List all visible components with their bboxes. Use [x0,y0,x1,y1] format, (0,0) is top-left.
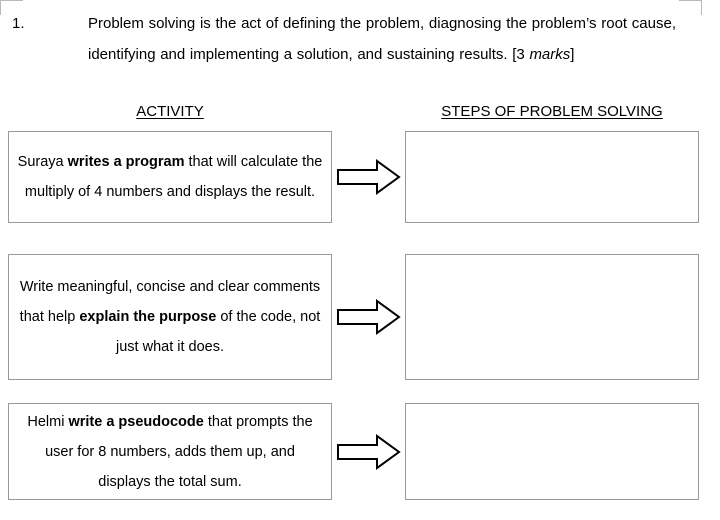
column-header-steps: STEPS OF PROBLEM SOLVING [441,103,663,120]
answer-box-2[interactable] [405,254,699,380]
question-marks-italic: marks [529,46,571,63]
question-number: 1. [12,15,25,32]
activity-text-2: Write meaningful, concise and clear comm… [17,272,323,362]
right-block-arrow-icon-1 [337,159,401,195]
activity-box-3: Helmi write a pseudocode that prompts th… [8,403,332,500]
activity-text-3-bold: write a pseudocode [68,413,204,430]
table-row: Suraya writes a program that will calcul… [0,131,720,223]
activity-text-1-part1: Suraya [17,154,68,170]
column-header-activity: ACTIVITY [136,103,204,120]
activity-text-1-bold: writes a program [67,154,185,170]
table-row: Helmi write a pseudocode that prompts th… [0,403,720,500]
question-text-main: Problem solving is the act of defining t… [88,15,676,63]
answer-box-3[interactable] [405,403,699,500]
right-block-arrow-icon-3 [337,434,401,470]
activity-box-1: Suraya writes a program that will calcul… [8,131,332,223]
table-row: Write meaningful, concise and clear comm… [0,254,720,380]
activity-text-1: Suraya writes a program that will calcul… [17,147,323,207]
right-block-arrow-icon-2 [337,299,401,335]
question-text: Problem solving is the act of defining t… [88,8,676,70]
activity-text-2-bold: explain the purpose [79,309,217,325]
activity-box-2: Write meaningful, concise and clear comm… [8,254,332,380]
page-margin-corner-top-right-icon [679,0,702,15]
activity-text-3: Helmi write a pseudocode that prompts th… [17,407,323,497]
activity-text-3-part1: Helmi [27,413,69,430]
answer-box-1[interactable] [405,131,699,223]
question-marks-bracket: ] [570,46,575,63]
